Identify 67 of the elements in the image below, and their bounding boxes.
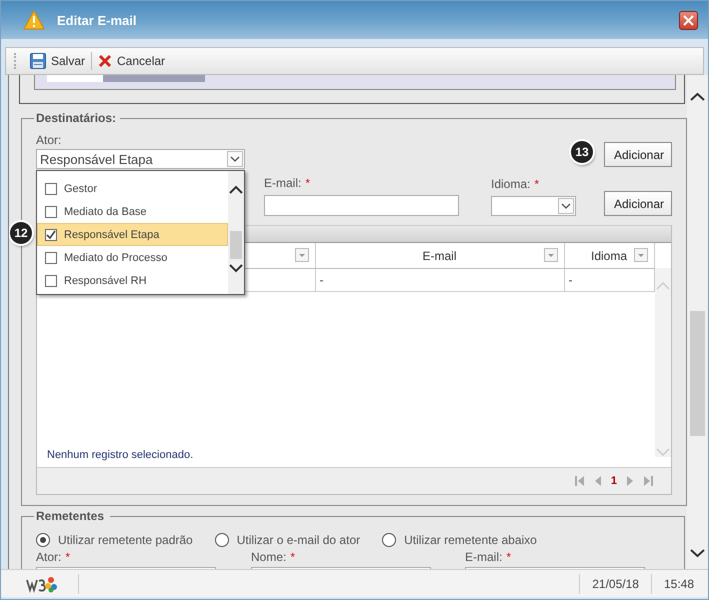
radio-button[interactable]	[214, 533, 229, 547]
logo-icon	[26, 574, 58, 592]
radio-button[interactable]	[36, 533, 50, 547]
next-page-icon	[626, 476, 634, 486]
add-button[interactable]: Adicionar	[604, 191, 672, 216]
table-cell: -	[564, 268, 654, 292]
scroll-up-icon	[690, 92, 705, 102]
field-label: E-mail:	[465, 550, 502, 564]
checkmark-icon	[46, 230, 56, 240]
actor-option[interactable]: Responsável RH	[37, 269, 228, 292]
filter-dropdown-icon	[294, 248, 308, 262]
save-button[interactable]: Salvar	[24, 49, 92, 73]
required-mark: *	[305, 176, 310, 190]
checkbox[interactable]	[45, 228, 57, 240]
add-button[interactable]: Adicionar	[604, 142, 672, 167]
window-title: Editar E-mail	[57, 12, 138, 28]
field-label: Ator:	[36, 550, 62, 564]
required-mark: *	[65, 550, 70, 564]
status-date: 21/05/18	[592, 576, 639, 590]
scroll-down-icon	[690, 548, 705, 558]
previous-page-icon	[594, 476, 602, 486]
section-title: Remetentes	[35, 509, 106, 523]
field-label: E-mail:	[264, 176, 302, 190]
last-page-icon	[643, 476, 653, 486]
checkbox[interactable]	[45, 182, 57, 194]
field-label: Nome:	[251, 550, 286, 564]
section-title: Destinatários:	[35, 111, 118, 125]
scroll-down-icon	[229, 263, 243, 273]
close-icon	[683, 14, 694, 26]
radio-label[interactable]: Utilizar o e-mail do ator	[236, 533, 360, 547]
email-field[interactable]	[264, 195, 459, 216]
page-number[interactable]: 1	[610, 475, 617, 487]
scroll-thumb[interactable]	[230, 231, 242, 259]
field-label: Idioma:	[491, 177, 530, 191]
callout-badge: 12	[10, 222, 32, 244]
required-mark: *	[506, 550, 512, 564]
actor-option[interactable]: Responsável Etapa	[37, 223, 228, 246]
required-mark: *	[534, 177, 540, 191]
scroll-up-icon	[229, 185, 243, 195]
radio-button[interactable]	[382, 533, 396, 547]
radio-label[interactable]: Utilizar remetente padrão	[58, 533, 193, 547]
radio-label[interactable]: Utilizar remetente abaixo	[404, 533, 537, 547]
checkbox[interactable]	[45, 274, 57, 286]
x-icon	[98, 54, 112, 68]
status-time: 15:48	[664, 576, 694, 590]
actor-option[interactable]: Gestor	[37, 177, 228, 200]
column-header: Idioma	[564, 243, 654, 268]
callout-badge: 13	[571, 141, 593, 163]
actor-dropdown[interactable]: Responsável Etapa	[36, 149, 245, 169]
field-label: Ator:	[36, 133, 62, 147]
actor-option[interactable]: Mediato da Base	[37, 200, 228, 223]
first-page-icon	[574, 476, 585, 486]
column-header: E-mail	[315, 243, 564, 268]
required-mark: *	[290, 550, 296, 564]
scroll-up-icon	[656, 281, 670, 291]
filter-dropdown-icon	[544, 248, 558, 262]
actor-option[interactable]: Mediato do Processo	[37, 246, 228, 269]
status-message: Nenhum registro selecionado.	[46, 449, 194, 463]
checkbox[interactable]	[45, 252, 57, 264]
warning-icon	[23, 10, 45, 30]
cancel-button[interactable]: Cancelar	[92, 49, 172, 73]
close-button[interactable]	[679, 10, 698, 30]
table-cell: -	[315, 268, 564, 292]
filter-dropdown-icon	[634, 248, 648, 262]
scroll-down-icon	[656, 447, 670, 457]
scroll-thumb[interactable]	[690, 311, 705, 436]
checkbox[interactable]	[45, 206, 57, 218]
